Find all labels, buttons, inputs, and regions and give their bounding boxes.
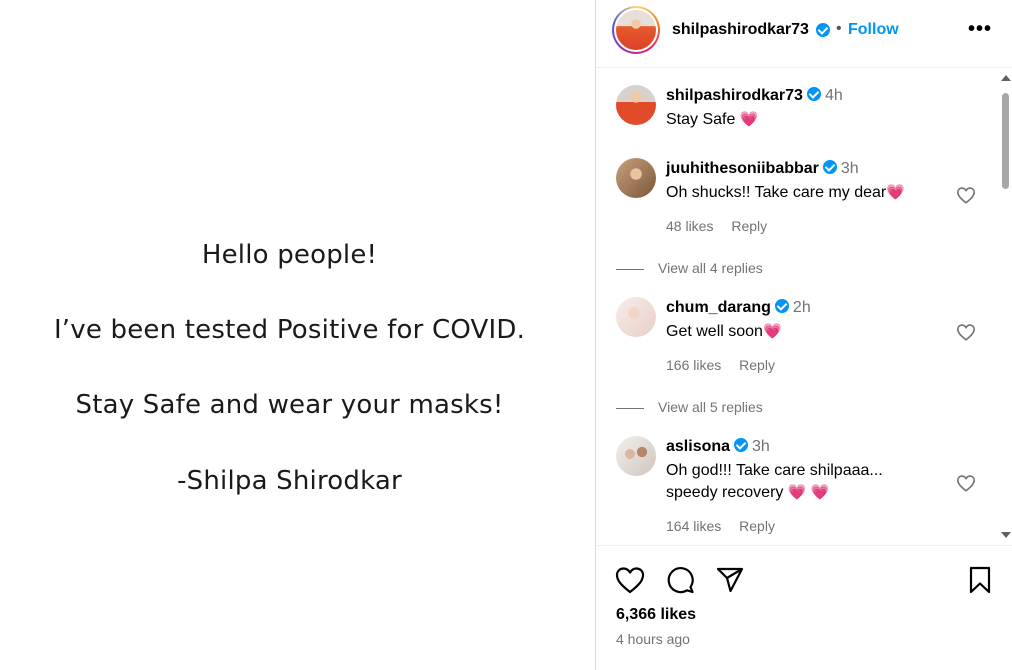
comment-text: Oh god!!! Take care shilpaaa... speedy r… [666, 460, 926, 504]
comment-likes[interactable]: 166 likes [666, 357, 721, 373]
scroll-up-arrow-icon[interactable] [1001, 75, 1011, 81]
view-replies-line [616, 268, 644, 270]
post-actions: 6,366 likes 4 hours ago [596, 547, 1012, 670]
comment-text-content: speedy recovery [666, 484, 784, 501]
comment-like-heart-icon[interactable] [956, 474, 976, 492]
view-replies-label: View all 4 replies [658, 260, 763, 276]
post-image-text-line: I’ve been tested Positive for COVID. [53, 315, 526, 345]
post-image-text-line: Hello people! [201, 240, 378, 270]
comment-item: chum_darang 2h Get well soon💗 166 likes R… [616, 297, 996, 447]
comment-time[interactable]: 3h [752, 438, 770, 455]
more-options-icon[interactable]: ••• [968, 18, 992, 41]
separator-dot: • [836, 20, 842, 37]
heart-emoji: 💗 [762, 323, 782, 340]
comments-list[interactable]: shilpashirodkar73 4h Stay Safe 💗 juuhithe… [596, 69, 1012, 546]
comment-time[interactable]: 2h [793, 299, 811, 316]
post-image-text-line: -Shilpa Shirodkar [177, 466, 402, 496]
scrollbar-thumb[interactable] [1002, 93, 1009, 189]
scroll-down-arrow-icon[interactable] [1001, 532, 1011, 538]
avatar[interactable] [616, 158, 656, 198]
follow-button[interactable]: Follow [848, 21, 899, 39]
reply-button[interactable]: Reply [739, 518, 775, 534]
comment-time[interactable]: 3h [841, 160, 859, 177]
comment-text-content: Oh god!!! Take care shilpaaa... [666, 462, 883, 479]
verified-badge-icon [816, 23, 830, 37]
comment-text-content: Get well soon [666, 323, 763, 340]
speech-bubble-icon[interactable] [664, 565, 696, 595]
paper-plane-icon[interactable] [714, 565, 746, 595]
verified-badge-icon [806, 87, 821, 101]
author-avatar[interactable] [612, 6, 660, 54]
comment-username[interactable]: aslisona [666, 438, 730, 455]
post-side-panel: shilpashirodkar73 • Follow ••• shilpashi… [596, 0, 1012, 670]
caption-text: Stay Safe 💗 [666, 109, 926, 131]
caption-text-content: Stay Safe [666, 111, 736, 128]
comment-username[interactable]: shilpashirodkar73 [666, 87, 803, 104]
bookmark-icon[interactable] [964, 565, 996, 595]
comment-likes[interactable]: 164 likes [666, 518, 721, 534]
comment-text: Get well soon💗 [666, 321, 926, 343]
comment-item: aslisona 3h Oh god!!! Take care shilpaaa.… [616, 436, 996, 545]
view-replies-label: View all 5 replies [658, 399, 763, 415]
avatar[interactable] [616, 297, 656, 337]
reply-button[interactable]: Reply [731, 218, 767, 234]
verified-badge-icon [822, 160, 837, 174]
heart-emoji: 💗 💗 [787, 484, 830, 501]
post-image[interactable]: Hello people! I’ve been tested Positive … [0, 0, 595, 670]
reply-button[interactable]: Reply [739, 357, 775, 373]
comment-username[interactable]: juuhithesoniibabbar [666, 160, 819, 177]
post-timestamp[interactable]: 4 hours ago [616, 631, 690, 647]
comment-text: Oh shucks!! Take care my dear💗 [666, 182, 926, 204]
post-likes-count[interactable]: 6,366 likes [616, 606, 696, 624]
heart-outline-icon[interactable] [614, 565, 646, 595]
comment-username[interactable]: chum_darang [666, 299, 771, 316]
heart-emoji: 💗 [739, 111, 759, 128]
comments-scrollbar[interactable] [998, 69, 1012, 546]
caption: shilpashirodkar73 4h Stay Safe 💗 [616, 85, 996, 129]
avatar[interactable] [616, 85, 656, 125]
comment-like-heart-icon[interactable] [956, 323, 976, 341]
avatar[interactable] [616, 436, 656, 476]
post-image-text-line: Stay Safe and wear your masks! [75, 390, 504, 420]
verified-badge-icon [774, 299, 789, 313]
comment-text-content: Oh shucks!! Take care my dear [666, 184, 887, 201]
comment-like-heart-icon[interactable] [956, 186, 976, 204]
comment-time[interactable]: 4h [825, 87, 843, 104]
comment-item: juuhithesoniibabbar 3h Oh shucks!! Take c… [616, 158, 996, 308]
author-username[interactable]: shilpashirodkar73 [672, 21, 809, 39]
heart-emoji: 💗 [886, 184, 905, 201]
view-replies-button[interactable]: View all 5 replies [616, 399, 763, 415]
view-replies-line [616, 407, 644, 409]
comment-likes[interactable]: 48 likes [666, 218, 713, 234]
post-header: shilpashirodkar73 • Follow ••• [596, 0, 1012, 68]
verified-badge-icon [734, 438, 749, 452]
view-replies-button[interactable]: View all 4 replies [616, 260, 763, 276]
